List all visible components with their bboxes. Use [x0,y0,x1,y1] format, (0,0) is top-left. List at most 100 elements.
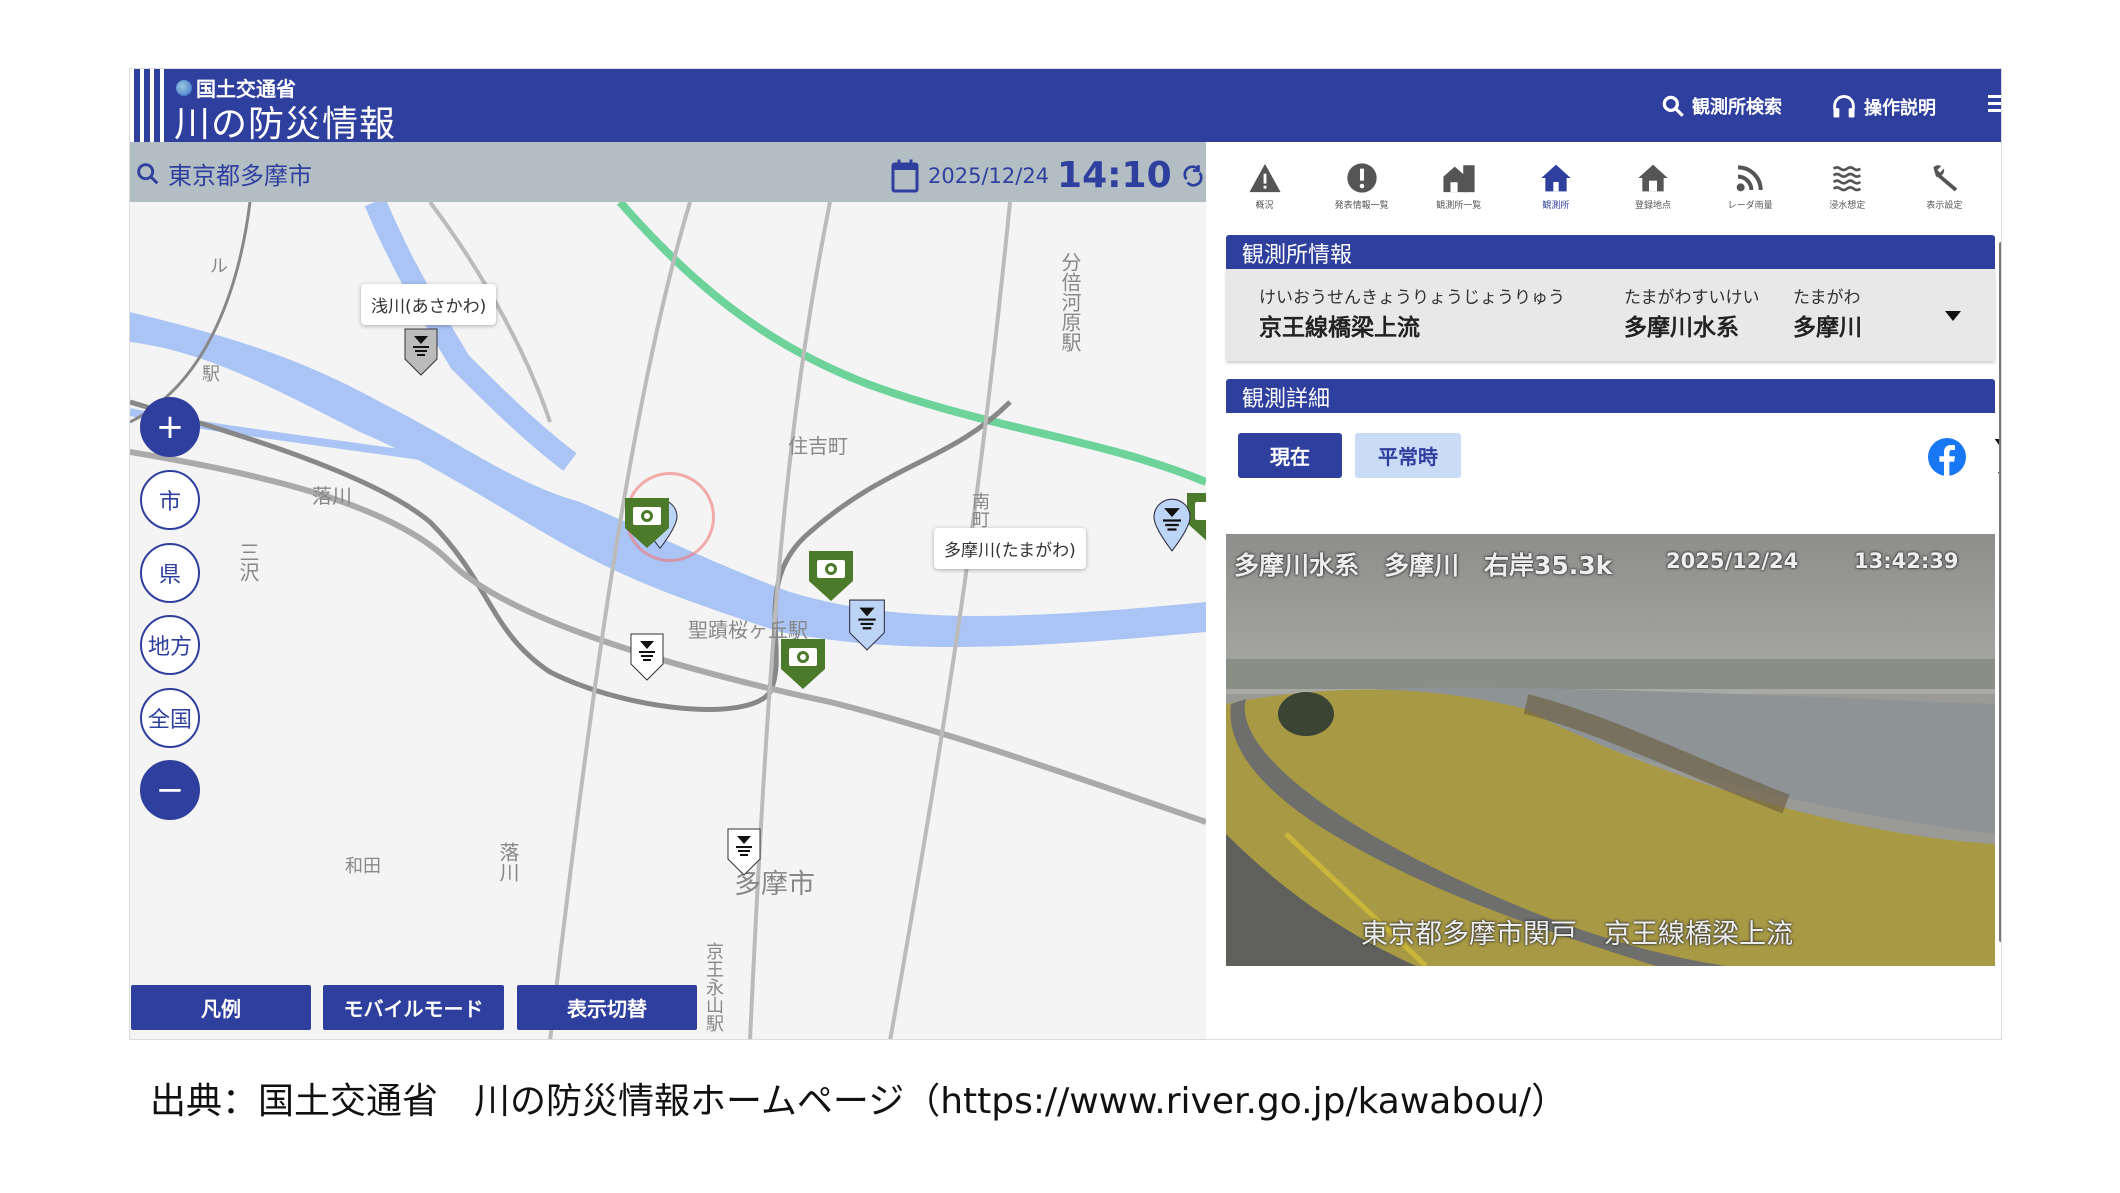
wrench-icon [1928,162,1960,194]
water-system: たまがわすいけい多摩川水系 [1624,283,1760,342]
station-info-heading: 観測所情報 [1226,235,1995,269]
time-value: 14:10 [1057,155,1172,196]
header: 国土交通省 川の防災情報 観測所検索 操作説明 [130,69,2001,142]
search-label: 観測所検索 [1692,93,1782,119]
nav-bar: 概況 発表情報一覧 観測所一覧 観測所 登録地点 レーダ雨量 浸水想定 表示設定 [1206,142,2002,232]
map-canvas [130,202,1206,1040]
map[interactable]: ル 駅 住吉町 落川 聖蹟桜ヶ丘駅 多摩市 和田 南町 分倍河原駅 三沢 落川 … [130,202,1206,1040]
scale-region-button[interactable]: 地方 [140,615,200,675]
nav-label: レーダ雨量 [1728,198,1773,211]
map-label: 落川 [494,842,523,882]
scale-city-button[interactable]: 市 [140,470,200,530]
help-button[interactable]: 操作説明 [1830,93,1936,121]
ministry-logo-icon [176,80,192,96]
dropdown-arrow-icon[interactable] [1945,311,1961,321]
camera-caption-time: 13:42:39 [1854,549,1958,573]
legend-button[interactable]: 凡例 [131,985,311,1030]
camera-marker[interactable] [808,550,854,602]
zoom-out-button[interactable]: − [140,760,200,820]
tab-current[interactable]: 現在 [1238,433,1342,478]
map-label: 南町 [966,492,992,528]
water-level-marker-white[interactable] [727,827,761,877]
road-west [130,202,250,422]
camera-image[interactable]: 多摩川水系 多摩川 右岸35.3k 2025/12/24 13:42:39 東京… [1226,534,1995,966]
map-label: 分倍河原駅 [1056,252,1085,352]
scale-prefecture-button[interactable]: 県 [140,543,200,603]
camera-marker[interactable] [780,638,826,690]
location-label: 東京都多摩市 [168,156,312,191]
nav-label: 観測所一覧 [1436,198,1481,211]
nav-station[interactable]: 観測所 [1511,142,1601,232]
water-level-marker-blue[interactable] [847,599,887,651]
river-value: 多摩川 [1793,308,1862,342]
map-toolbar: 東京都多摩市 2025/12/24 14:10 [130,142,1206,202]
river-name: たまがわ多摩川 [1793,283,1862,342]
flood-icon [1830,162,1864,194]
datetime-picker[interactable]: 2025/12/24 14:10 [890,155,1206,196]
station-search-button[interactable]: 観測所検索 [1660,93,1782,119]
date-value: 2025/12/24 [928,164,1049,188]
help-label: 操作説明 [1864,94,1936,120]
station-name-reading: けいおうせんきょうりょうじょうりゅう [1259,283,1565,308]
registered-icon [1637,162,1669,194]
station-name: けいおうせんきょうりょうじょうりゅう京王線橋梁上流 [1259,283,1565,342]
app-title[interactable]: 川の防災情報 [174,95,396,147]
map-label: 京王永山駅 [700,942,726,1032]
refresh-icon[interactable] [1180,161,1206,191]
river-tooltip-asa: 浅川(あさかわ) [361,284,496,325]
calendar-icon [890,159,920,193]
observation-detail-heading: 観測詳細 [1226,379,1995,413]
map-label: 住吉町 [788,430,848,459]
water-level-marker-white[interactable] [630,632,664,682]
station-selector[interactable]: けいおうせんきょうりょうじょうりゅう京王線橋梁上流 たまがわすいけい多摩川水系 … [1226,269,1995,361]
search-icon [134,160,162,188]
nav-label: 表示設定 [1926,198,1962,211]
map-label: 駅 [202,360,220,386]
water-system-value: 多摩川水系 [1624,308,1760,342]
map-label: ル [210,252,228,278]
source-caption: 出典：国土交通省 川の防災情報ホームページ（https://www.river.… [150,1072,1567,1124]
nav-label: 浸水想定 [1829,198,1865,211]
home-icon [1540,162,1572,194]
stations-icon [1442,162,1476,194]
panel-scrollbar[interactable] [1999,242,2002,942]
nav-radar[interactable]: レーダ雨量 [1705,142,1795,232]
nav-label: 概況 [1256,198,1274,211]
location-search[interactable]: 東京都多摩市 [134,156,312,191]
river-reading: たまがわ [1793,283,1862,308]
nav-overview[interactable]: 概況 [1220,142,1310,232]
nav-announcements[interactable]: 発表情報一覧 [1317,142,1407,232]
water-system-reading: たまがわすいけい [1624,283,1760,308]
map-label: 三沢 [234,542,263,582]
warning-icon [1248,162,1282,194]
nav-station-list[interactable]: 観測所一覧 [1414,142,1504,232]
map-label: 和田 [345,852,381,878]
water-level-marker-blue[interactable] [1152,498,1192,552]
river-tooltip-tama: 多摩川(たまがわ) [934,528,1086,569]
mobile-mode-button[interactable]: モバイルモード [323,985,504,1030]
search-icon [1660,93,1686,119]
water-level-marker-gray[interactable] [404,328,438,376]
tab-normal[interactable]: 平常時 [1355,433,1461,478]
header-stripes [130,69,170,142]
headset-icon [1830,93,1858,121]
radar-icon [1734,162,1766,194]
camera-caption-location: 多摩川水系 多摩川 右岸35.3k [1234,546,1612,582]
zoom-in-button[interactable]: + [140,397,200,457]
nav-label: 登録地点 [1635,198,1671,211]
camera-scene [1226,534,1995,966]
nav-settings[interactable]: 表示設定 [1899,142,1989,232]
expressway [620,202,1206,482]
scale-nation-button[interactable]: 全国 [140,688,200,748]
nav-flood[interactable]: 浸水想定 [1802,142,1892,232]
display-toggle-button[interactable]: 表示切替 [517,985,697,1030]
station-name-value: 京王線橋梁上流 [1259,308,1565,342]
menu-icon[interactable] [1988,95,2002,113]
facebook-icon[interactable] [1928,438,1966,476]
app-window: 国土交通省 川の防災情報 観測所検索 操作説明 東京都多摩市 2025/12/2… [129,68,2002,1040]
alert-icon [1346,162,1378,194]
camera-marker-selected[interactable] [624,497,670,549]
nav-registered[interactable]: 登録地点 [1608,142,1698,232]
camera-caption-bottom: 東京都多摩市関戸 京王線橋梁上流 [1361,912,1793,951]
camera-caption-date: 2025/12/24 [1666,549,1798,573]
